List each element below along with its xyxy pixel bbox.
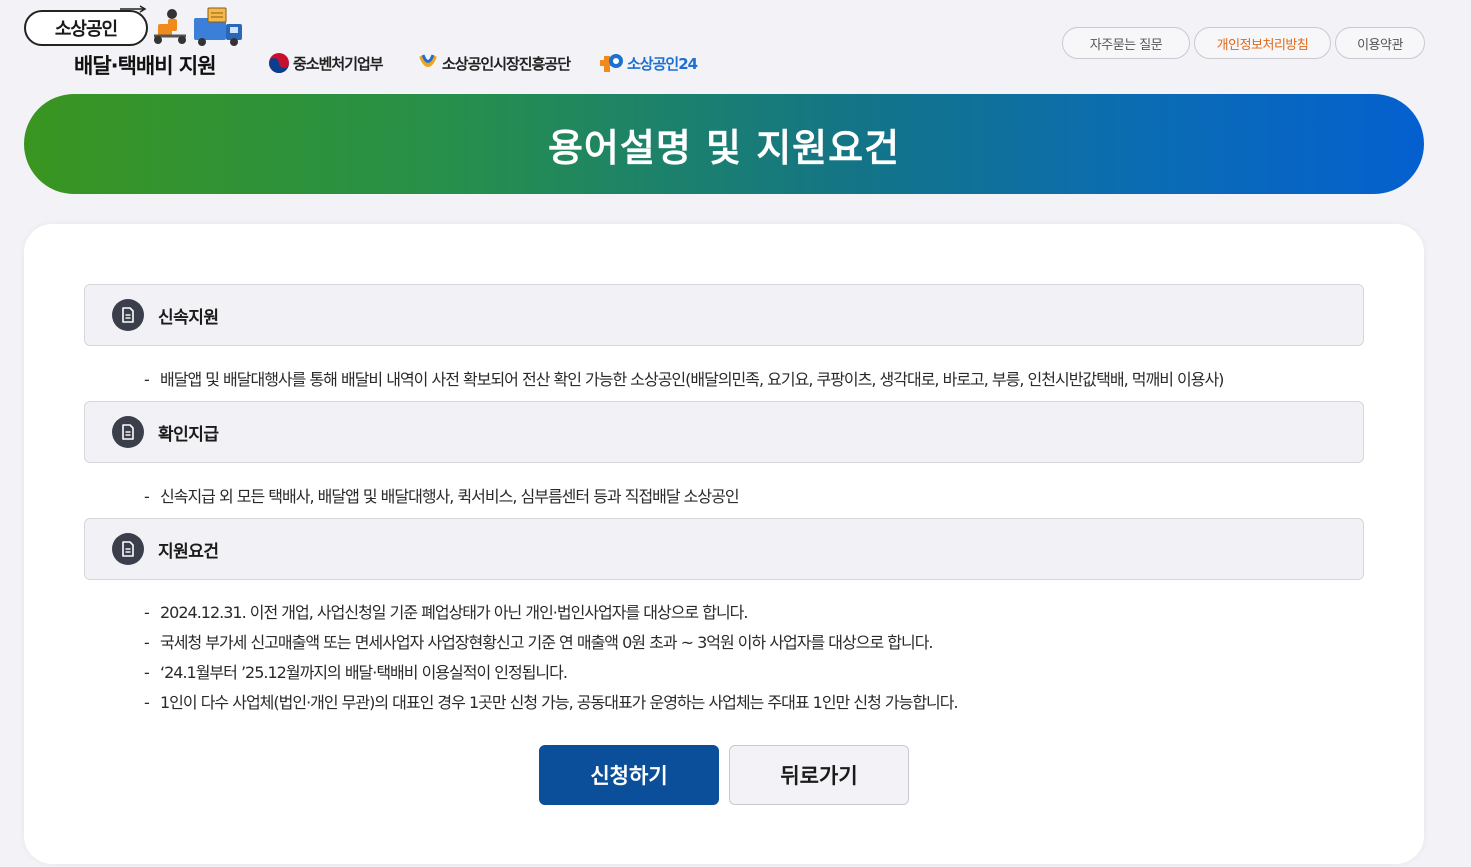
list-item-text: 배달앱 및 배달대행사를 통해 배달비 내역이 사전 확보되어 전산 확인 가능… <box>160 370 1224 389</box>
top-links: 자주묻는 질문 개인정보처리방침 이용약관 <box>1062 27 1425 59</box>
list-item: - 신속지급 외 모든 택배사, 배달앱 및 배달대행사, 퀵서비스, 심부름센터… <box>144 487 740 506</box>
org-sbiz24: 소상공인24 <box>600 52 698 74</box>
document-icon <box>112 299 144 331</box>
header: 소상공인 배달·택배비 지원 중소벤처기업부 소상공인시장진흥공단 소상공인24… <box>0 0 1471 90</box>
list-item-text: 2024.12.31. 이전 개업, 사업신청일 기준 폐업상태가 아닌 개인·… <box>160 603 748 622</box>
privacy-policy-link[interactable]: 개인정보처리방침 <box>1194 27 1331 59</box>
org-sbiz24-label: 소상공인24 <box>627 54 698 73</box>
org-semas-label: 소상공인시장진흥공단 <box>442 54 571 73</box>
section-title: 확인지급 <box>158 424 219 445</box>
delivery-truck-icon <box>154 7 242 46</box>
list-item-text: 신속지급 외 모든 택배사, 배달앱 및 배달대행사, 퀵서비스, 심부름센터 … <box>160 487 740 506</box>
apply-button[interactable]: 신청하기 <box>539 745 719 805</box>
org-mss-label: 중소벤처기업부 <box>293 54 384 73</box>
mss-emblem-icon <box>269 53 289 73</box>
page-banner: 용어설명 및 지원요건 <box>24 94 1424 194</box>
logo-main[interactable]: 소상공인 <box>24 10 148 46</box>
org-semas: 소상공인시장진흥공단 <box>417 52 571 74</box>
logo-arrow-icon <box>120 5 147 13</box>
list-item-text: 국세청 부가세 신고매출액 또는 면세사업자 사업장현황신고 기준 연 매출액 … <box>160 633 934 652</box>
section-title: 지원요건 <box>158 541 219 562</box>
list-item: -1인이 다수 사업체(법인·개인 무관)의 대표인 경우 1곳만 신청 가능,… <box>144 693 959 712</box>
list-item: - 국세청 부가세 신고매출액 또는 면세사업자 사업장현황신고 기준 연 매출액… <box>144 633 934 652</box>
list-item-text: ‘24.1월부터 ’25.12월까지의 배달·택배비 이용실적이 인정됩니다. <box>160 663 568 682</box>
content-card: 신속지원 - 배달앱 및 배달대행사를 통해 배달비 내역이 사전 확보되어 전산… <box>24 224 1424 864</box>
list-item: - 배달앱 및 배달대행사를 통해 배달비 내역이 사전 확보되어 전산 확인 가… <box>144 370 1224 389</box>
list-item: - ‘24.1월부터 ’25.12월까지의 배달·택배비 이용실적이 인정됩니다. <box>144 663 568 682</box>
faq-link[interactable]: 자주묻는 질문 <box>1062 27 1190 59</box>
sbiz24-emblem-icon <box>600 54 623 72</box>
semas-emblem-icon <box>419 54 437 67</box>
section-header-requirements: 지원요건 <box>84 518 1364 580</box>
section-header-confirm: 확인지급 <box>84 401 1364 463</box>
page-title: 용어설명 및 지원요건 <box>547 125 901 170</box>
list-item-text: 1인이 다수 사업체(법인·개인 무관)의 대표인 경우 1곳만 신청 가능, … <box>160 693 959 712</box>
logo-sub[interactable]: 배달·택배비 지원 <box>74 50 217 80</box>
org-mss: 중소벤처기업부 <box>268 52 384 74</box>
section-header-rapid: 신속지원 <box>84 284 1364 346</box>
document-icon <box>112 416 144 448</box>
back-button[interactable]: 뒤로가기 <box>729 745 909 805</box>
list-item: -2024.12.31. 이전 개업, 사업신청일 기준 폐업상태가 아닌 개인… <box>144 603 748 622</box>
section-title: 신속지원 <box>158 307 219 328</box>
terms-link[interactable]: 이용약관 <box>1335 27 1425 59</box>
document-icon <box>112 533 144 565</box>
